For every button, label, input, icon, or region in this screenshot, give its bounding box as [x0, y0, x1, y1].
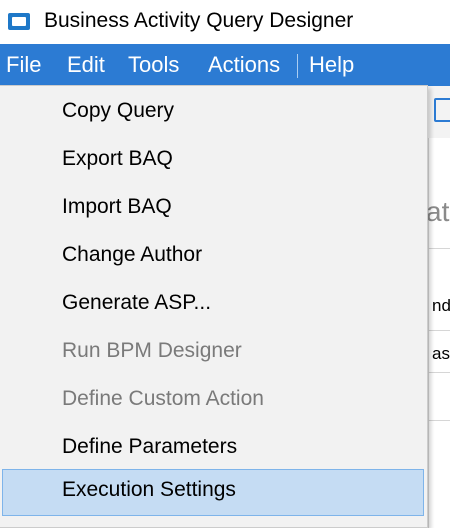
window-title: Business Activity Query Designer [44, 9, 354, 32]
menu-item-define-parameters[interactable]: Define Parameters [2, 426, 424, 466]
menu-file[interactable]: File [6, 52, 41, 78]
title-bar: Business Activity Query Designer [0, 0, 450, 44]
menu-item-execution-settings[interactable]: Execution Settings [2, 469, 424, 516]
menu-item-change-author[interactable]: Change Author [2, 234, 424, 274]
menu-item-label: Execution Settings [62, 478, 236, 501]
menu-tools[interactable]: Tools [128, 52, 179, 78]
divider [428, 248, 450, 249]
menu-item-label: Define Custom Action [62, 387, 264, 410]
document-icon[interactable] [434, 98, 450, 122]
menu-item-label: Generate ASP... [62, 291, 212, 314]
divider [428, 330, 450, 331]
partial-field-text: ase [432, 344, 450, 363]
menu-item-label: Import BAQ [62, 195, 172, 218]
partial-label-text: nd [432, 296, 450, 315]
menu-item-label: Run BPM Designer [62, 339, 242, 362]
menu-item-label: Copy Query [62, 99, 175, 122]
actions-dropdown-menu: Copy Query Export BAQ Import BAQ Change … [0, 85, 428, 528]
menu-actions[interactable]: Actions [208, 52, 280, 78]
menu-item-label: Define Parameters [62, 435, 238, 458]
app-window-icon [8, 13, 30, 30]
menu-item-run-bpm-designer: Run BPM Designer [2, 330, 424, 370]
menu-bar: File Edit Tools Actions Help [0, 44, 450, 86]
menu-item-define-custom-action: Define Custom Action [2, 378, 424, 418]
menu-help[interactable]: Help [309, 52, 354, 78]
partial-heading-text: at [426, 196, 450, 227]
divider [428, 372, 450, 373]
menu-edit[interactable]: Edit [67, 52, 105, 78]
menu-item-export-baq[interactable]: Export BAQ [2, 138, 424, 178]
menu-item-generate-asp[interactable]: Generate ASP... [2, 282, 424, 322]
divider [428, 420, 450, 421]
menu-separator [297, 54, 298, 78]
menu-item-label: Change Author [62, 243, 203, 266]
menu-item-label: Export BAQ [62, 147, 173, 170]
menu-item-copy-query[interactable]: Copy Query [2, 90, 424, 130]
menu-item-import-baq[interactable]: Import BAQ [2, 186, 424, 226]
